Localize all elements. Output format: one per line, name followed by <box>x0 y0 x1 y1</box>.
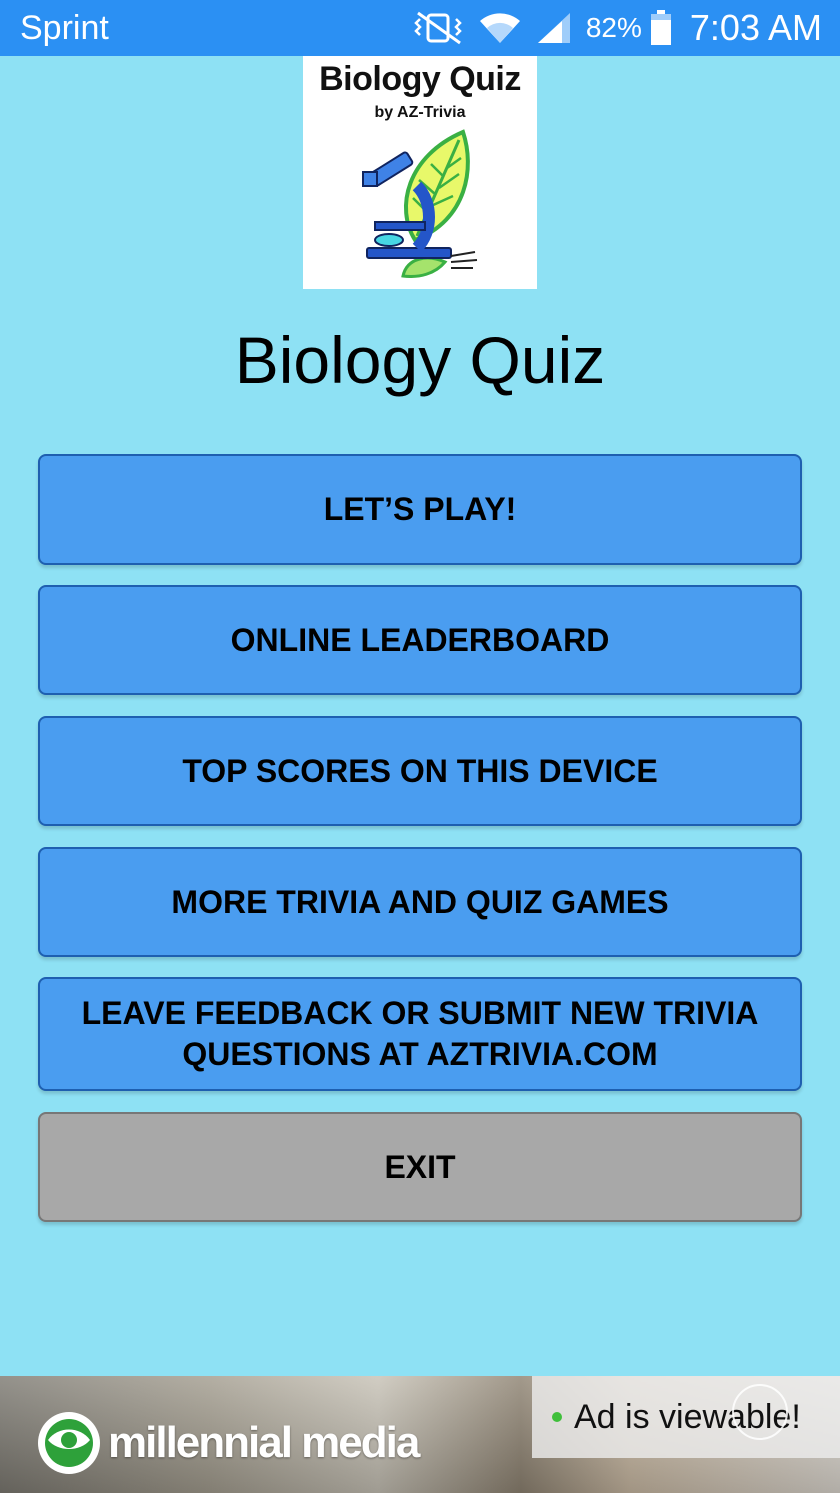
ad-viewable-notice: Ad is viewable! <box>532 1376 840 1458</box>
battery-icon <box>650 10 672 46</box>
signal-icon <box>536 11 572 45</box>
microscope-leaf-icon <box>355 128 485 283</box>
clock: 7:03 AM <box>689 7 822 48</box>
logo-subtitle: by AZ-Trivia <box>374 104 466 121</box>
millennial-media-logo-icon <box>36 1410 102 1481</box>
app-logo: Biology Quiz by AZ-Trivia <box>303 56 537 289</box>
status-icons: 82% 7:03 AM <box>410 0 822 56</box>
logo-title: Biology Quiz <box>319 60 521 98</box>
page-title: Biology Quiz <box>234 323 606 397</box>
carrier-name: Sprint <box>20 9 109 47</box>
ad-brand: millennial media <box>108 1418 420 1467</box>
ad-circle-icon <box>732 1384 788 1440</box>
feedback-button[interactable]: LEAVE FEEDBACK OR SUBMIT NEW TRIVIA QUES… <box>38 977 802 1091</box>
lets-play-button[interactable]: LET’S PLAY! <box>38 454 802 565</box>
battery-percent: 82% <box>585 12 642 43</box>
ad-banner[interactable]: millennial media Ad is viewable! <box>0 1376 840 1493</box>
exit-button[interactable]: EXIT <box>38 1112 802 1222</box>
status-bar: Sprint 82% 7:03 AM <box>0 0 840 56</box>
online-leaderboard-button[interactable]: ONLINE LEADERBOARD <box>38 585 802 695</box>
status-dot-icon <box>552 1412 562 1422</box>
top-scores-button[interactable]: TOP SCORES ON THIS DEVICE <box>38 716 802 826</box>
more-games-button[interactable]: MORE TRIVIA AND QUIZ GAMES <box>38 847 802 957</box>
vibrate-mute-icon <box>410 11 468 45</box>
wifi-icon <box>478 11 522 45</box>
